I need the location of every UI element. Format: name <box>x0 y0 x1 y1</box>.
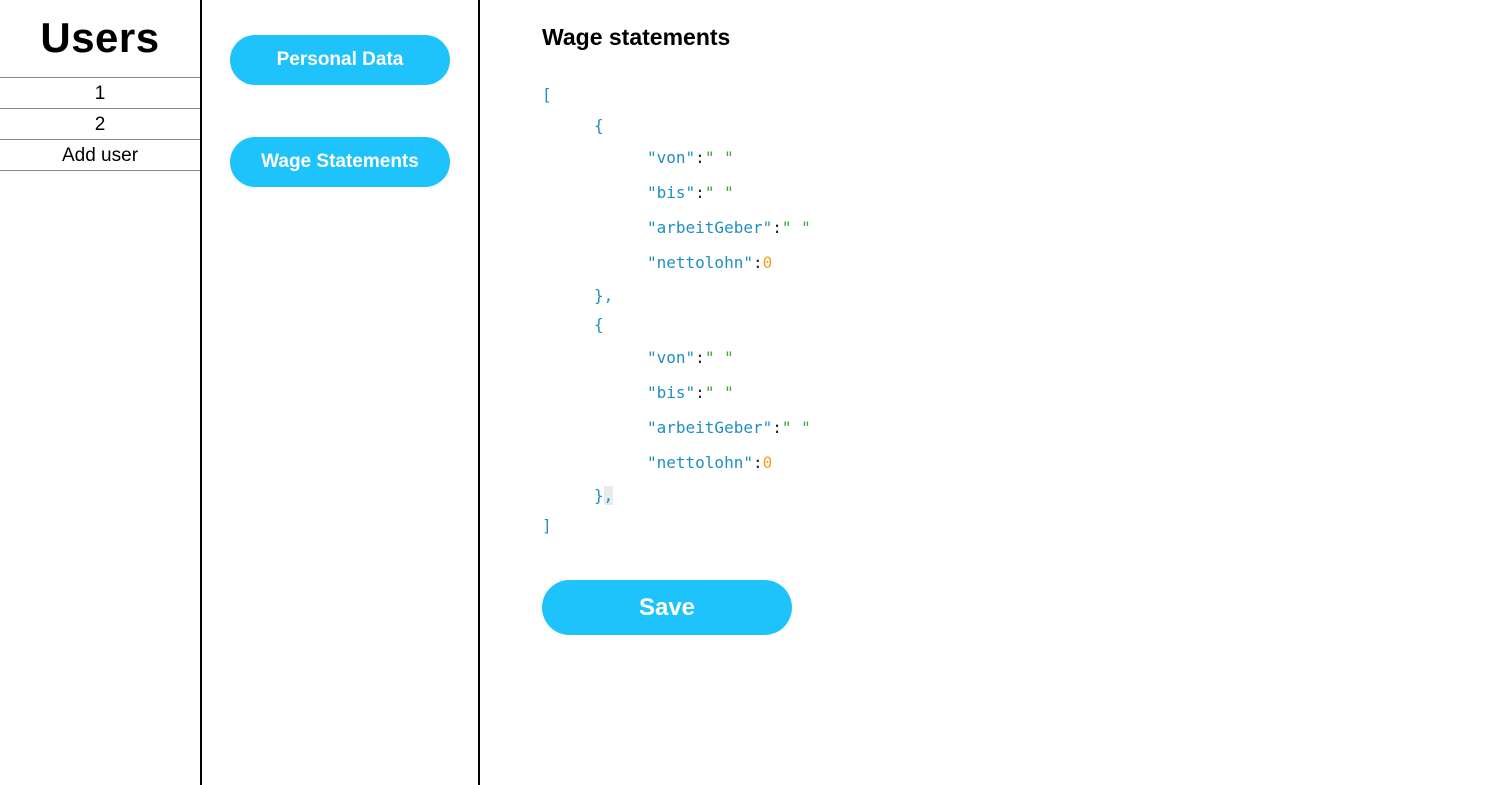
user-list: 1 2 Add user <box>0 77 200 171</box>
json-line: "von":" " <box>647 347 734 369</box>
json-value-von: " " <box>704 348 734 367</box>
section-nav: Personal Data Wage Statements <box>202 0 480 785</box>
json-key-von: "von" <box>647 348 696 367</box>
user-item-1[interactable]: 1 <box>0 78 200 109</box>
save-button[interactable]: Save <box>542 580 792 635</box>
json-open-brace: { <box>594 116 604 135</box>
json-open-bracket: [ <box>542 85 552 104</box>
json-key-nettolohn: "nettolohn" <box>647 453 753 472</box>
json-colon: : <box>695 348 705 367</box>
json-colon: : <box>772 418 782 437</box>
json-line: "bis":" " <box>647 182 734 204</box>
json-line: }, <box>594 285 613 307</box>
json-colon: : <box>772 218 782 237</box>
json-value-bis: " " <box>704 383 734 402</box>
json-line: ] <box>542 515 552 537</box>
json-line: { <box>594 115 604 137</box>
json-key-arbeitgeber: "arbeitGeber" <box>647 418 773 437</box>
json-comma-cursor: , <box>603 486 614 505</box>
json-value-nettolohn: 0 <box>762 253 773 272</box>
app-root: Users 1 2 Add user Personal Data Wage St… <box>0 0 1510 785</box>
add-user-button[interactable]: Add user <box>0 140 200 171</box>
users-sidebar: Users 1 2 Add user <box>0 0 202 785</box>
json-close-bracket: ] <box>542 516 552 535</box>
json-comma: , <box>603 286 614 305</box>
users-title: Users <box>40 14 160 61</box>
json-key-bis: "bis" <box>647 383 696 402</box>
json-value-bis: " " <box>704 183 734 202</box>
json-colon: : <box>695 148 705 167</box>
json-line: "von":" " <box>647 147 734 169</box>
json-value-arbeitgeber: " " <box>781 418 811 437</box>
json-line: "arbeitGeber":" " <box>647 417 811 439</box>
json-key-nettolohn: "nettolohn" <box>647 253 753 272</box>
json-key-arbeitgeber: "arbeitGeber" <box>647 218 773 237</box>
wage-statements-button[interactable]: Wage Statements <box>230 137 450 187</box>
json-value-nettolohn: 0 <box>762 453 773 472</box>
json-line: [ <box>542 84 552 106</box>
json-line: "nettolohn":0 <box>647 252 772 274</box>
json-key-bis: "bis" <box>647 183 696 202</box>
page-title: Wage statements <box>542 24 731 50</box>
json-key-von: "von" <box>647 148 696 167</box>
personal-data-button[interactable]: Personal Data <box>230 35 450 85</box>
json-colon: : <box>752 253 763 272</box>
json-colon: : <box>752 453 763 472</box>
json-value-arbeitgeber: " " <box>781 218 811 237</box>
json-line: "bis":" " <box>647 382 734 404</box>
json-colon: : <box>695 383 705 402</box>
json-open-brace: { <box>594 315 604 334</box>
json-line: }, <box>594 485 614 507</box>
json-value-von: " " <box>704 148 734 167</box>
json-line: "arbeitGeber":" " <box>647 217 811 239</box>
json-close-brace: } <box>594 486 604 505</box>
json-close-brace: } <box>594 286 604 305</box>
main-panel: Wage statements [ { "von":" " "bis":" " … <box>542 0 1482 785</box>
json-line: { <box>594 314 604 336</box>
json-line: "nettolohn":0 <box>647 452 772 474</box>
json-colon: : <box>695 183 705 202</box>
user-item-2[interactable]: 2 <box>0 109 200 140</box>
